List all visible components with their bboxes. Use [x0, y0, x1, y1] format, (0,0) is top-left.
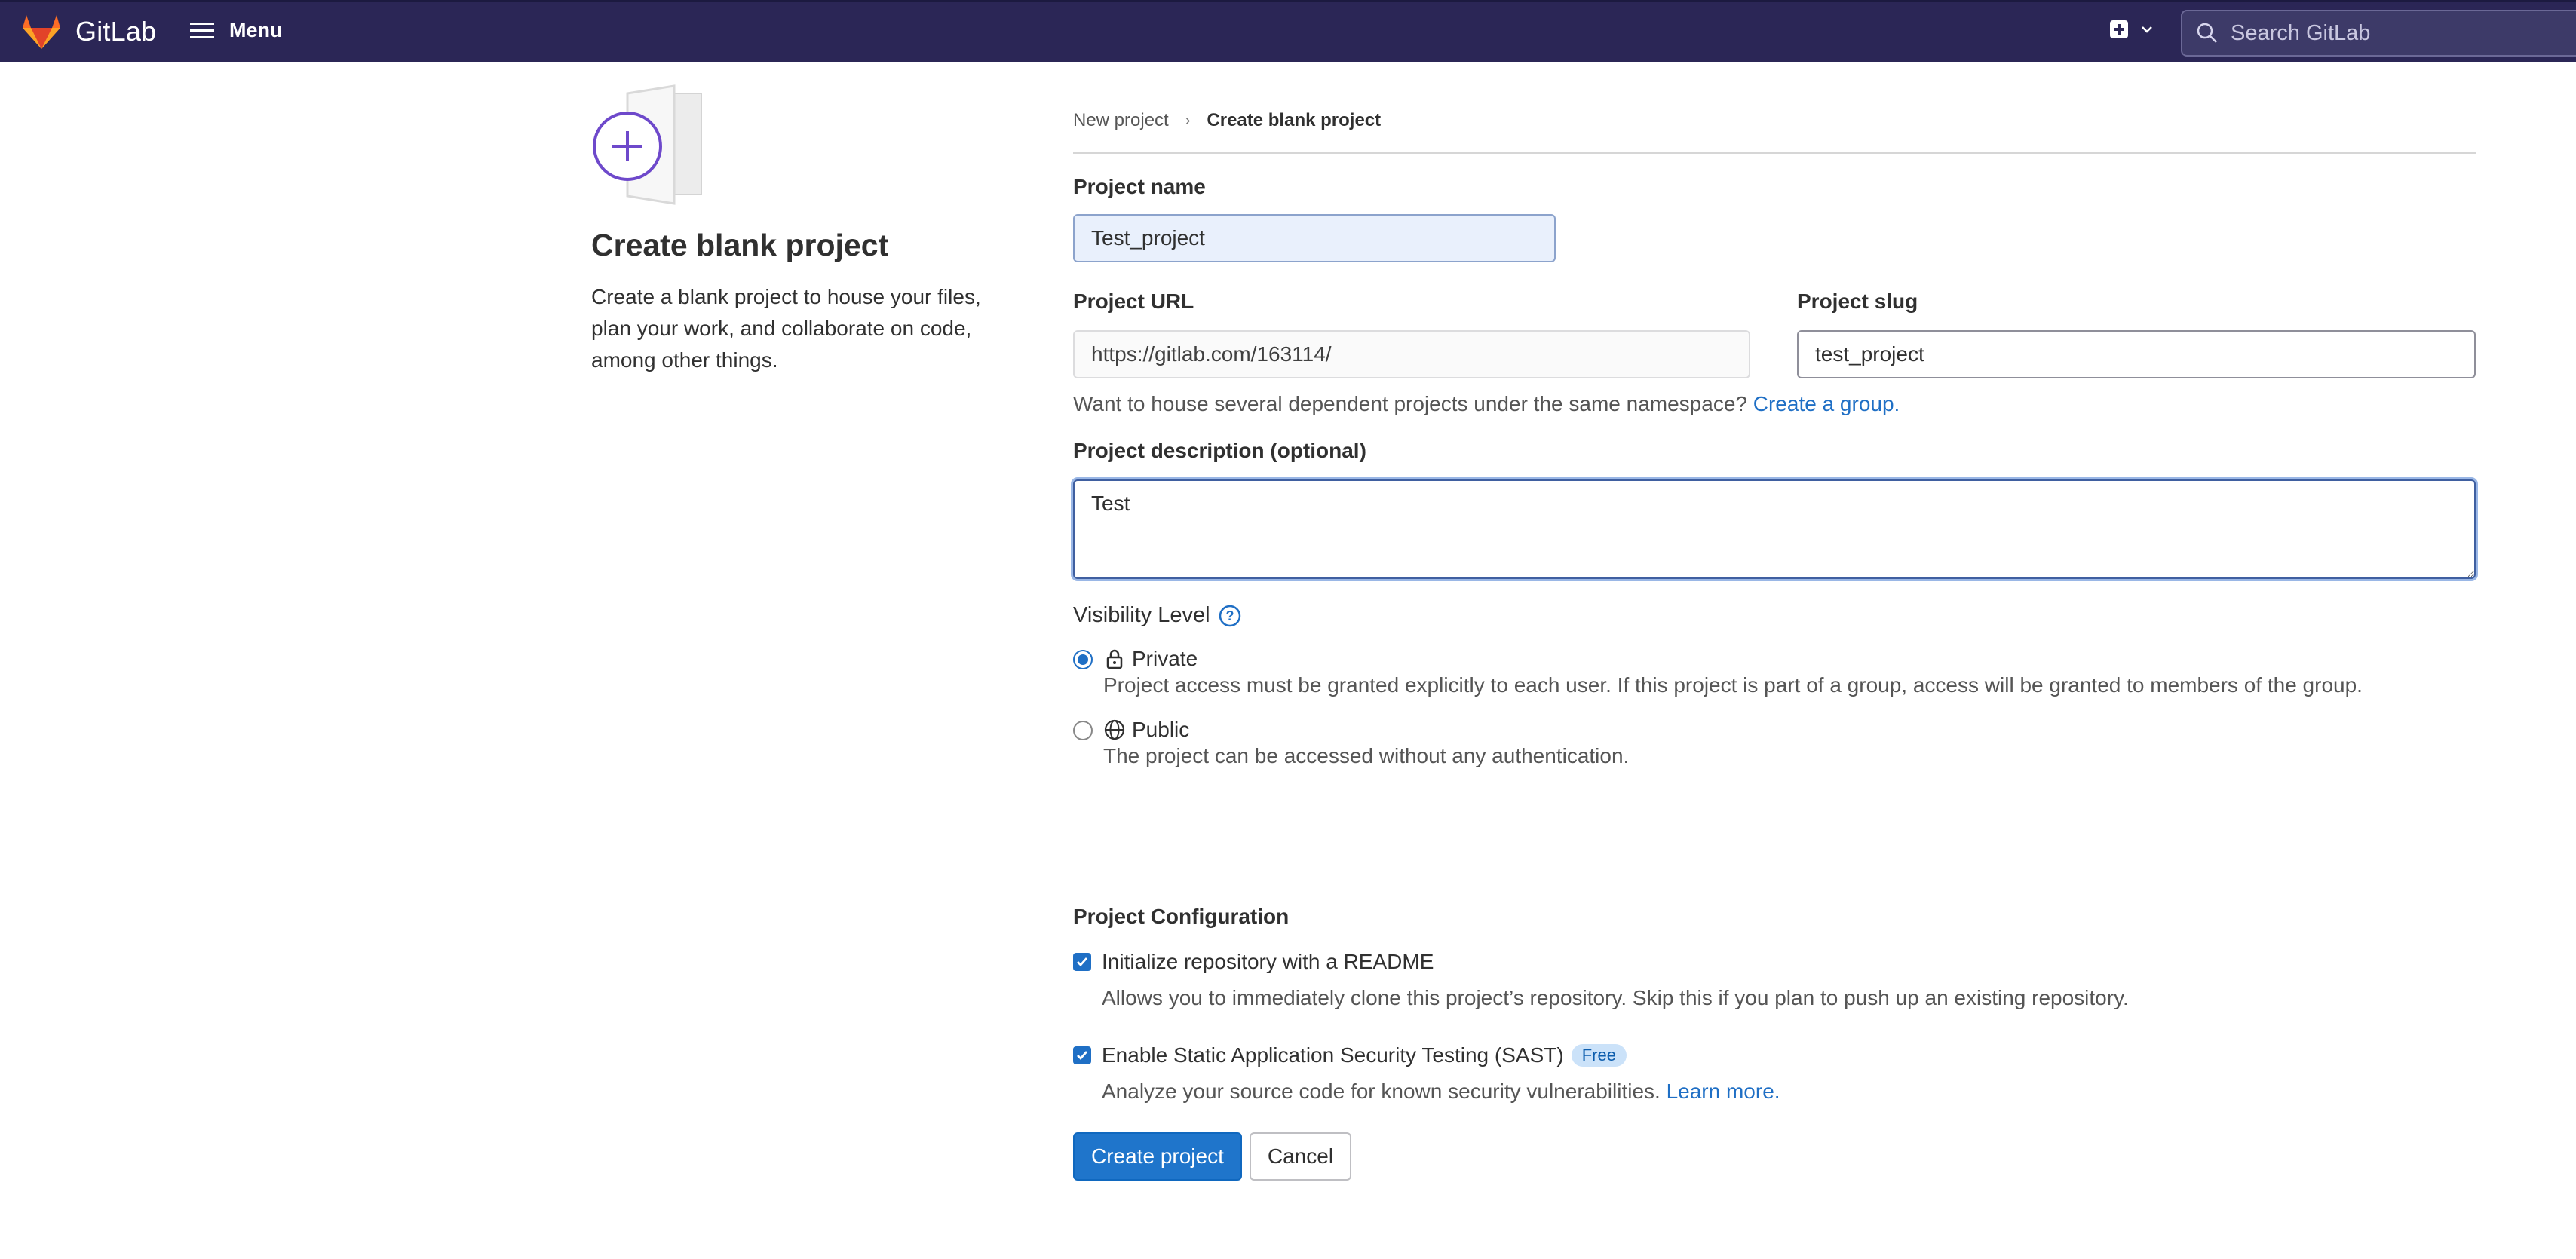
brand-home-link[interactable]: GitLab	[21, 13, 156, 51]
intro-title: Create blank project	[591, 228, 889, 262]
chevron-down-icon	[2142, 26, 2152, 33]
visibility-level-text: Visibility Level	[1073, 603, 1210, 627]
checkmark-icon	[1077, 957, 1088, 967]
plus-square-icon	[2110, 20, 2128, 38]
breadcrumb-separator-icon: ›	[1185, 112, 1191, 129]
gitlab-logo-icon	[23, 15, 60, 49]
sast-description-text: Analyze your source code for known secur…	[1102, 1080, 1661, 1103]
free-badge: Free	[1571, 1044, 1627, 1067]
project-slug-input[interactable]	[1797, 330, 2476, 378]
svg-text:?: ?	[1225, 608, 1234, 623]
checkmark-icon	[1077, 1051, 1088, 1061]
globe-icon	[1104, 719, 1125, 740]
sast-description: Analyze your source code for known secur…	[1102, 1080, 1780, 1104]
sast-checkbox[interactable]	[1073, 1046, 1091, 1064]
visibility-public-description: The project can be accessed without any …	[1103, 744, 1630, 767]
intro-description: Create a blank project to house your fil…	[591, 285, 981, 372]
namespace-hint-text: Want to house several dependent projects…	[1073, 392, 1747, 415]
project-name-input[interactable]	[1073, 214, 1556, 262]
create-project-form: New project › Create blank project Proje…	[1073, 106, 2476, 1181]
create-project-button[interactable]: Create project	[1073, 1132, 1242, 1181]
cancel-button[interactable]: Cancel	[1249, 1132, 1352, 1181]
form-actions: Create project Cancel	[1073, 1132, 1352, 1181]
visibility-private-description: Project access must be granted explicitl…	[1103, 673, 2363, 697]
project-url-input[interactable]	[1073, 330, 1750, 378]
brand-name: GitLab	[75, 16, 157, 47]
visibility-option-public[interactable]: Public The project can be accessed witho…	[1073, 716, 1629, 769]
breadcrumb-new-project[interactable]: New project	[1073, 110, 1169, 131]
new-item-dropdown[interactable]	[2108, 19, 2155, 40]
visibility-level-label: Visibility Level ?	[1073, 603, 1242, 628]
project-configuration-label: Project Configuration	[1073, 905, 1290, 928]
namespace-hint: Want to house several dependent projects…	[1073, 392, 1900, 416]
top-navbar: GitLab Menu	[0, 0, 2576, 62]
help-icon[interactable]: ?	[1218, 604, 1242, 628]
project-name-label: Project name	[1073, 175, 1206, 198]
visibility-private-radio[interactable]	[1073, 650, 1093, 669]
hamburger-icon	[190, 22, 214, 38]
menu-label: Menu	[229, 19, 283, 41]
visibility-private-label: Private	[1132, 647, 1198, 670]
breadcrumb: New project › Create blank project	[1073, 106, 2476, 154]
project-url-label: Project URL	[1073, 289, 1194, 313]
visibility-public-radio[interactable]	[1073, 721, 1093, 740]
search-icon	[2197, 23, 2217, 43]
learn-more-link[interactable]: Learn more.	[1667, 1080, 1780, 1103]
readme-checkbox[interactable]	[1073, 953, 1091, 971]
search-input[interactable]	[2229, 20, 2501, 47]
create-group-link[interactable]: Create a group.	[1753, 392, 1900, 415]
blank-project-illustration-icon	[593, 84, 702, 205]
lock-icon	[1106, 649, 1123, 669]
visibility-public-label: Public	[1132, 718, 1190, 741]
breadcrumb-current: Create blank project	[1207, 110, 1382, 130]
readme-description: Allows you to immediately clone this pro…	[1102, 986, 2129, 1009]
sast-label: Enable Static Application Security Testi…	[1102, 1043, 1564, 1067]
menu-button[interactable]: Menu	[189, 19, 283, 42]
sast-option[interactable]: Enable Static Application Security Testi…	[1073, 1042, 1780, 1104]
project-description-label: Project description (optional)	[1073, 439, 1366, 462]
visibility-option-private[interactable]: Private Project access must be granted e…	[1073, 645, 2363, 698]
readme-label: Initialize repository with a README	[1102, 950, 1434, 973]
search-box[interactable]	[2181, 10, 2576, 57]
intro-panel: Create blank project Create a blank proj…	[591, 83, 1014, 376]
project-slug-label: Project slug	[1797, 289, 1918, 313]
project-description-textarea[interactable]: Test	[1073, 479, 2476, 579]
readme-option[interactable]: Initialize repository with a README Allo…	[1073, 948, 2129, 1010]
